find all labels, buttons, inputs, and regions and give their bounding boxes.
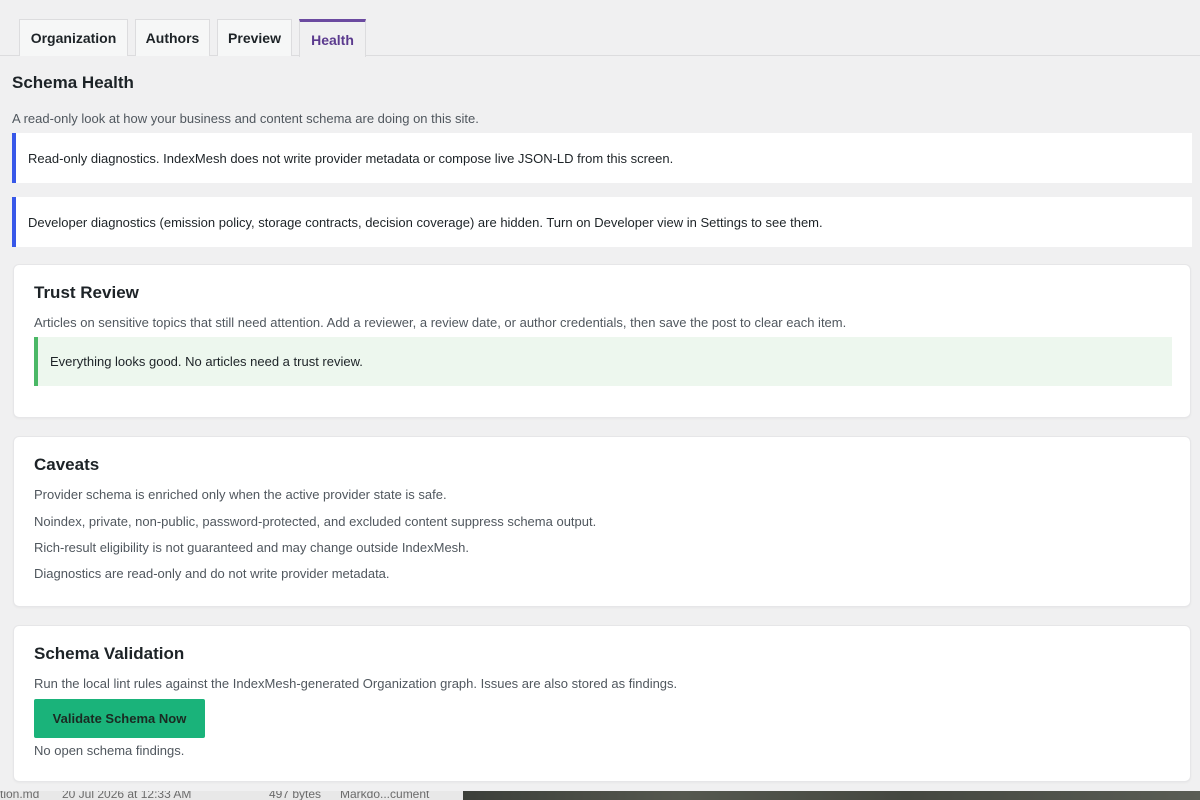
trust-review-status: Everything looks good. No articles need … [34,337,1172,386]
caveat-item: Rich-result eligibility is not guarantee… [34,540,470,555]
finder-file-name: tion.md [0,791,40,800]
finder-row[interactable]: tion.md 20 Jul 2026 at 12:33 AM 497 byte… [0,791,463,800]
caveats-card: Caveats Provider schema is enriched only… [13,436,1191,607]
trust-review-card: Trust Review Articles on sensitive topic… [13,264,1191,418]
readonly-notice-text: Read-only diagnostics. IndexMesh does no… [28,150,674,166]
developer-notice-text: Developer diagnostics (emission policy, … [28,214,823,230]
schema-validation-title: Schema Validation [34,644,185,663]
readonly-notice: Read-only diagnostics. IndexMesh does no… [12,133,1192,183]
background-image-area [463,791,1200,800]
tab-bar: Organization Authors Preview Health [0,19,1200,57]
schema-findings-status: No open schema findings. [34,743,185,758]
validate-schema-button[interactable]: Validate Schema Now [34,699,205,738]
caveats-title: Caveats [34,455,100,474]
caveat-item: Diagnostics are read-only and do not wri… [34,566,390,581]
tab-health[interactable]: Health [299,19,366,57]
developer-notice: Developer diagnostics (emission policy, … [12,197,1192,247]
tab-authors[interactable]: Authors [135,19,210,56]
tab-organization[interactable]: Organization [19,19,128,56]
caveat-item: Noindex, private, non-public, password-p… [34,514,597,529]
background-finder-window: tion.md 20 Jul 2026 at 12:33 AM 497 byte… [0,791,1200,800]
top-cutoff-strip [0,0,1200,6]
caveat-item: Provider schema is enriched only when th… [34,487,447,502]
trust-review-description: Articles on sensitive topics that still … [34,315,847,330]
page-description: A read-only look at how your business an… [12,111,479,126]
trust-review-title: Trust Review [34,283,139,302]
tab-preview[interactable]: Preview [217,19,292,56]
schema-validation-card: Schema Validation Run the local lint rul… [13,625,1191,782]
finder-file-date: 20 Jul 2026 at 12:33 AM [62,791,192,800]
finder-file-size: 497 bytes [269,791,322,800]
finder-file-kind: Markdo...cument [340,791,430,800]
trust-review-status-text: Everything looks good. No articles need … [50,354,363,369]
schema-validation-description: Run the local lint rules against the Ind… [34,676,678,691]
page-title: Schema Health [12,73,134,92]
